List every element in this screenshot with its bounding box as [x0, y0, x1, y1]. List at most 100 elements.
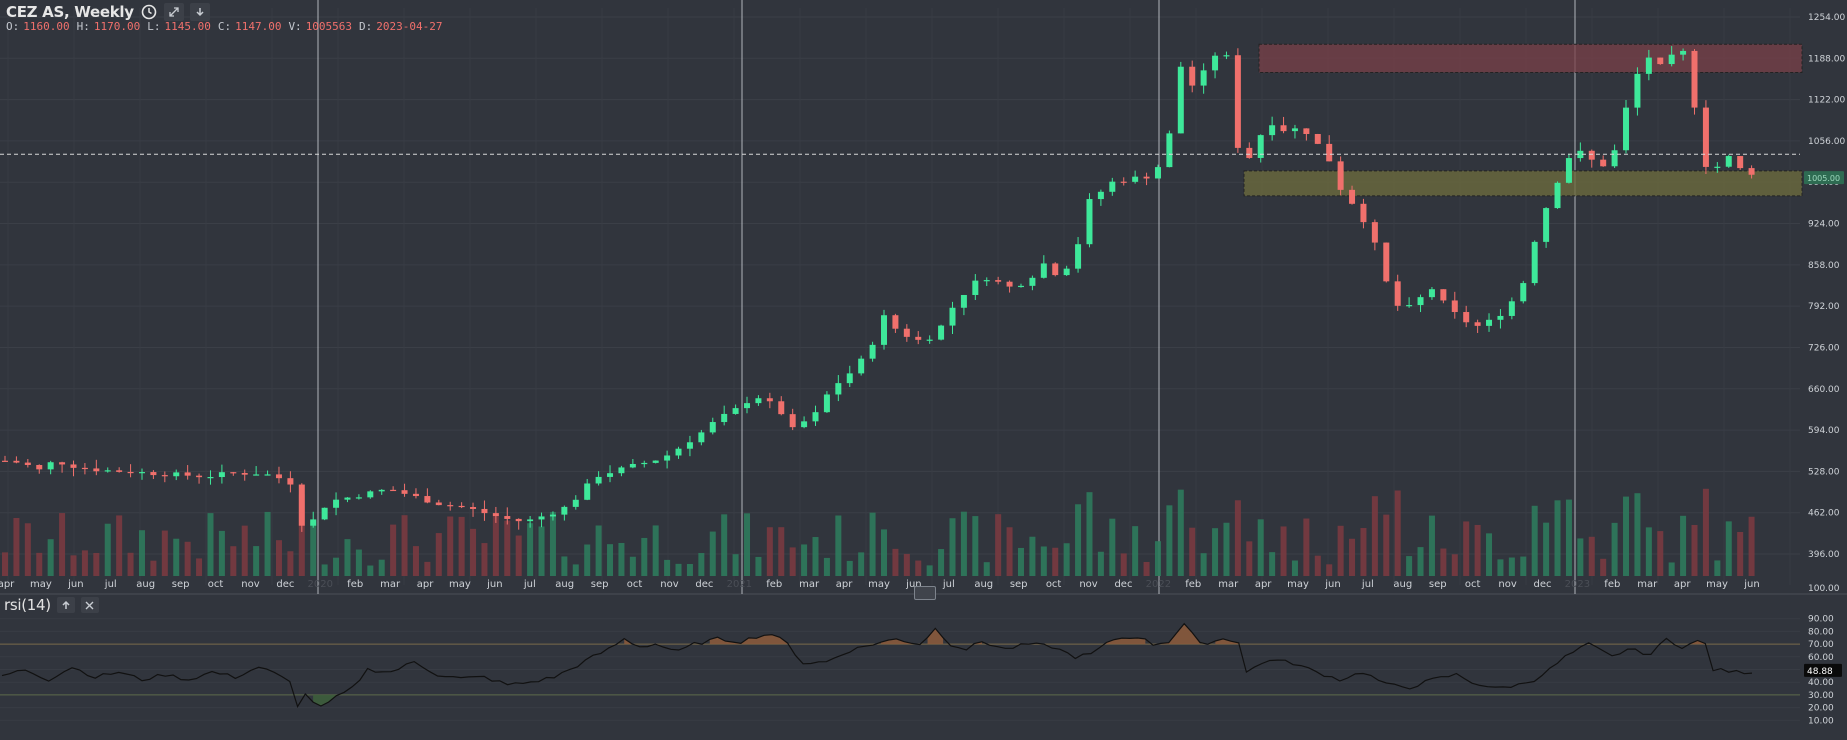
- down-arrow-icon[interactable]: [189, 3, 210, 21]
- ohlc-value: 1005563: [305, 20, 353, 33]
- time-tick-label: apr: [1255, 579, 1272, 590]
- candle: [1702, 107, 1709, 167]
- rsi-title[interactable]: rsi(14): [4, 596, 51, 614]
- candle: [390, 489, 397, 492]
- ohlc-key: L:: [147, 20, 161, 33]
- candle: [1234, 55, 1241, 148]
- ohlc-item: D: 2023-04-27: [359, 20, 442, 33]
- candle: [13, 460, 20, 463]
- volume-bar: [1314, 555, 1321, 576]
- close-icon[interactable]: [80, 597, 99, 613]
- time-tick-label: jul: [523, 579, 536, 590]
- up-arrow-icon[interactable]: [56, 597, 75, 613]
- candle: [1246, 147, 1253, 158]
- volume-bar: [698, 553, 705, 576]
- volume-bar: [1326, 564, 1333, 576]
- volume-bar: [1383, 514, 1390, 576]
- ohlc-value: 1170.00: [93, 20, 141, 33]
- rsi-header: rsi(14): [4, 596, 99, 614]
- candle: [675, 448, 682, 456]
- time-tick-label: aug: [1393, 579, 1412, 590]
- candle: [1657, 57, 1664, 65]
- candle: [1349, 189, 1356, 204]
- ohlc-item: H: 1170.00: [77, 20, 141, 33]
- time-tick-label: dec: [695, 579, 713, 590]
- pane-resize-handle[interactable]: [914, 586, 936, 600]
- time-tick-label: may: [449, 579, 471, 590]
- price-tick-label: 924.00: [1808, 220, 1840, 230]
- chart-canvas[interactable]: 1254.001188.001122.001056.00990.00924.00…: [0, 0, 1847, 740]
- chart-header: CEZ AS, Weekly: [6, 2, 210, 22]
- volume-bar: [1360, 528, 1367, 576]
- volume-bar: [1371, 496, 1378, 576]
- volume-bar: [275, 540, 282, 576]
- volume-bar: [390, 524, 397, 576]
- volume-bar: [1531, 505, 1538, 576]
- volume-bar: [1543, 522, 1550, 576]
- price-tick-label: 462.00: [1808, 509, 1840, 519]
- candle: [1520, 283, 1527, 302]
- time-tick-label: feb: [347, 579, 363, 590]
- rsi-tick-label: 60.00: [1808, 653, 1834, 663]
- symbol-title[interactable]: CEZ AS, Weekly: [6, 3, 134, 21]
- time-tick-label: 2023: [1565, 579, 1590, 590]
- candle: [1531, 241, 1538, 284]
- candle: [1086, 199, 1093, 245]
- rsi-tick-label: 90.00: [1808, 615, 1834, 625]
- time-tick-label: mar: [799, 579, 820, 590]
- time-tick-label: jun: [1324, 579, 1340, 590]
- volume-bar: [344, 539, 351, 576]
- candle: [1383, 242, 1390, 282]
- candle: [1634, 73, 1641, 108]
- candle: [1075, 244, 1082, 269]
- price-tick-label: 100.00: [1808, 584, 1840, 594]
- volume-bar: [1520, 556, 1527, 576]
- volume-bar: [1280, 526, 1287, 576]
- candle: [2, 460, 8, 462]
- time-tick-label: nov: [660, 579, 678, 590]
- volume-bar: [481, 543, 488, 576]
- time-tick-label: 2020: [308, 579, 333, 590]
- volume-bar: [755, 556, 762, 576]
- rsi-tick-label: 80.00: [1808, 627, 1834, 637]
- candle: [1177, 66, 1184, 134]
- candle: [801, 421, 808, 428]
- candle: [1417, 297, 1424, 306]
- rsi-axis[interactable]: 90.0080.0070.0060.0050.0040.0030.0020.00…: [1804, 615, 1842, 727]
- candle: [1154, 167, 1161, 179]
- candle: [435, 502, 442, 506]
- candle: [1474, 322, 1481, 326]
- trading-chart-app: 1254.001188.001122.001056.00990.00924.00…: [0, 0, 1847, 740]
- volume-bar: [264, 511, 271, 576]
- volume-bar: [1052, 547, 1059, 576]
- clock-icon[interactable]: [140, 3, 158, 21]
- volume-bar: [47, 539, 54, 576]
- price-tick-label: 726.00: [1808, 343, 1840, 353]
- candle: [732, 408, 739, 414]
- time-tick-label: dec: [1114, 579, 1132, 590]
- volume-bar: [1565, 499, 1572, 576]
- volume-bar: [983, 562, 990, 576]
- ohlc-item: L: 1145.00: [147, 20, 211, 33]
- candle: [1189, 66, 1196, 86]
- candle: [150, 472, 157, 476]
- candle: [127, 471, 134, 474]
- volume-bar: [1497, 559, 1504, 576]
- candle: [789, 414, 796, 428]
- volume-bar: [584, 544, 591, 576]
- volume-bar: [1611, 522, 1618, 576]
- price-tick-label: 792.00: [1808, 302, 1840, 312]
- volume-bar: [1634, 493, 1641, 576]
- volume-bar: [1691, 524, 1698, 576]
- expand-icon[interactable]: [163, 3, 184, 21]
- volume-bar: [1120, 553, 1127, 576]
- time-tick-label: oct: [1465, 579, 1481, 590]
- volume-bar: [70, 555, 77, 576]
- volume-bar: [93, 552, 100, 576]
- price-axis[interactable]: 1254.001188.001122.001056.00990.00924.00…: [1804, 13, 1845, 594]
- time-axis[interactable]: apr may jun jul aug sep oct nov dec 2020 feb mar apr…: [0, 579, 1760, 590]
- candle: [1143, 176, 1150, 179]
- volume-bar: [595, 525, 602, 576]
- volume-bar: [1588, 536, 1595, 576]
- candle: [36, 464, 43, 470]
